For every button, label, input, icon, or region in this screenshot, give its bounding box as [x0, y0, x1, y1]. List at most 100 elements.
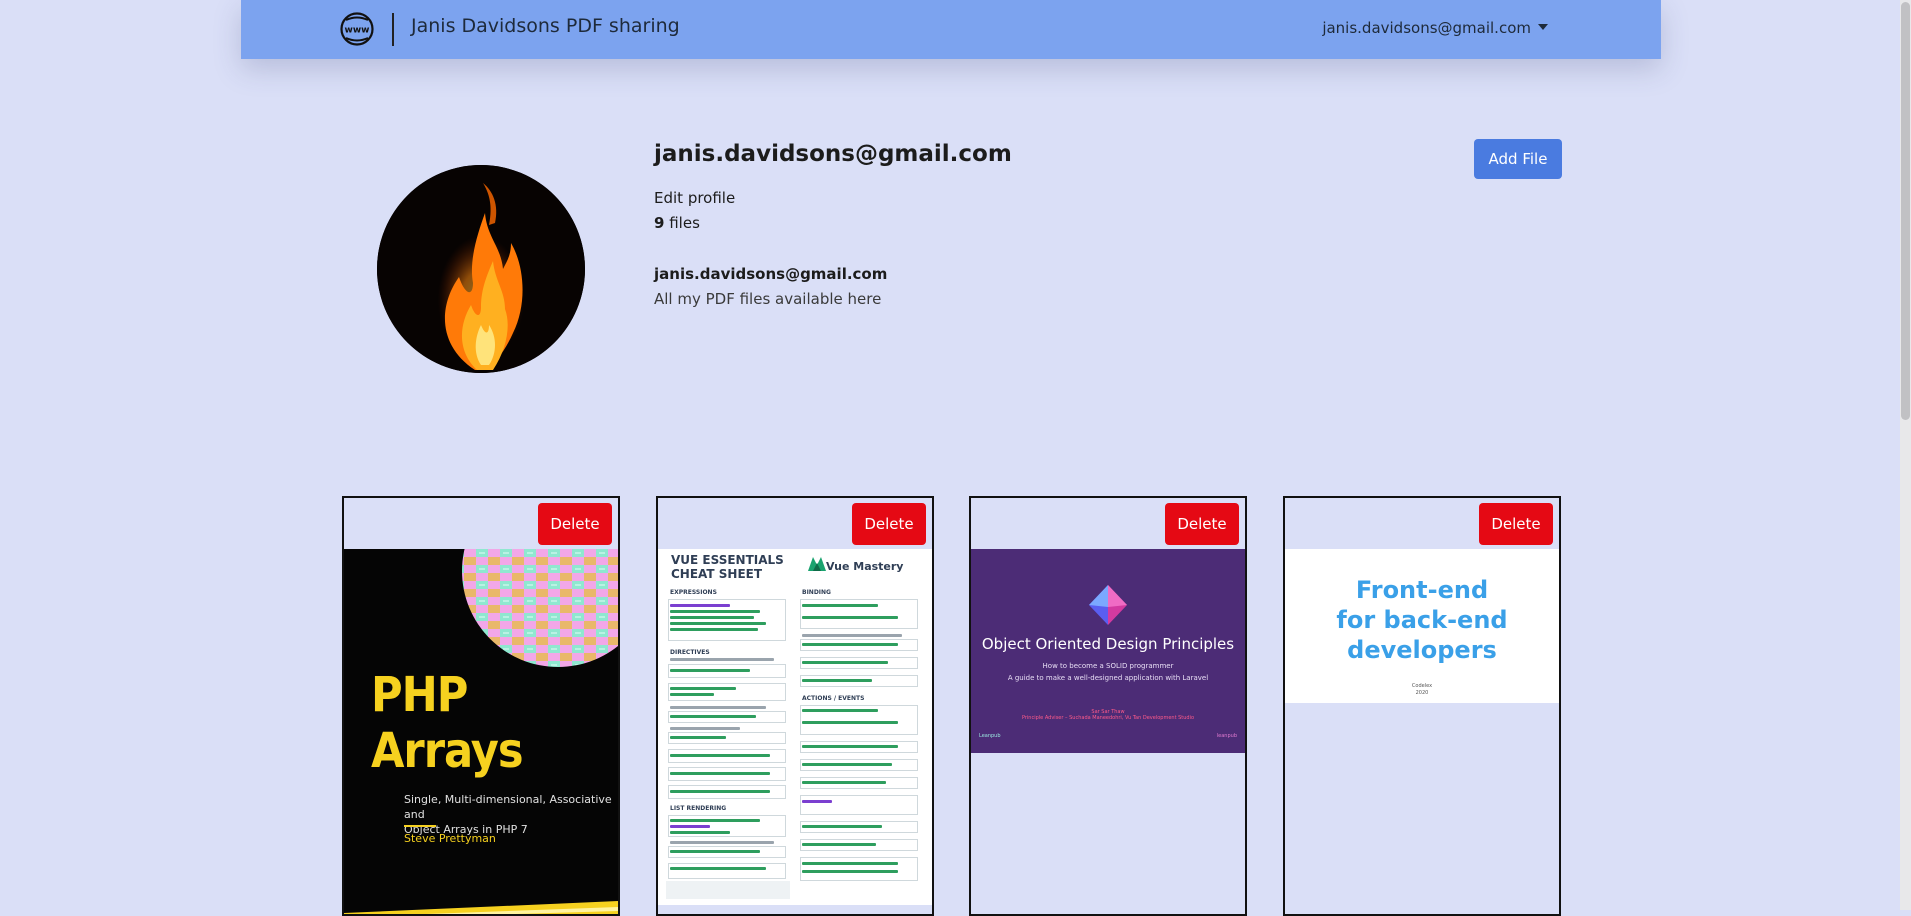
code-line — [670, 736, 726, 739]
files-count-label: files — [669, 214, 700, 232]
user-menu-dropdown[interactable]: janis.davidsons@gmail.com — [1322, 19, 1548, 37]
cover-pattern — [462, 549, 618, 667]
files-count-number: 9 — [654, 214, 665, 232]
code-line — [802, 616, 898, 619]
cover-subtitle: Single, Multi-dimensional, Associative a… — [404, 792, 614, 837]
publisher-label: Leanpub — [979, 733, 1001, 739]
files-count: 9 files — [654, 214, 700, 232]
cover-title-line: Front-end — [1355, 576, 1489, 604]
cheat-section-title: ACTIONS / EVENTS — [802, 695, 865, 702]
delete-button[interactable]: Delete — [1479, 503, 1553, 545]
cover-title: PHP Arrays — [371, 667, 524, 779]
code-line — [802, 843, 876, 846]
cheat-section-title: EXPRESSIONS — [670, 589, 717, 596]
cover-publisher: Codelex — [1411, 683, 1433, 689]
cover-author: Principle Adviser – Suchada Maneedohri, … — [1021, 715, 1195, 721]
cover-title: Front-end for back-end developers — [1285, 575, 1559, 665]
code-line — [802, 763, 892, 766]
cover-title-line: developers — [1347, 636, 1497, 664]
delete-button[interactable]: Delete — [538, 503, 612, 545]
profile-username: janis.davidsons@gmail.com — [654, 141, 1012, 167]
code-line — [670, 825, 710, 828]
text-line — [670, 706, 766, 709]
text-line — [802, 634, 902, 637]
code-line — [670, 831, 730, 834]
code-box — [800, 795, 918, 815]
code-line — [802, 709, 878, 712]
code-line — [670, 790, 770, 793]
code-line — [802, 721, 898, 724]
cover-subtitle: How to become a SOLID programmer — [1042, 662, 1174, 670]
cover-stripes — [344, 901, 618, 914]
scrollbar-thumb[interactable] — [1901, 2, 1910, 420]
cheat-column-right: BINDING ACTIONS / EVENTS — [798, 587, 920, 883]
code-line — [670, 622, 766, 625]
vue-mastery-logo-icon — [808, 557, 826, 571]
cheat-column-left: EXPRESSIONS DIRECTIVES LIST RENDERING — [666, 587, 788, 883]
code-line — [670, 867, 766, 870]
cover-title-line: PHP — [371, 667, 468, 723]
code-line — [670, 610, 760, 613]
file-card[interactable]: Delete Front-end for back-end developers… — [1283, 496, 1561, 916]
code-line — [670, 715, 756, 718]
code-line — [802, 862, 898, 865]
code-line — [670, 819, 760, 822]
code-line — [670, 604, 730, 607]
edit-profile-link[interactable]: Edit profile — [654, 189, 735, 207]
cheat-section-title: LIST RENDERING — [670, 805, 727, 812]
add-file-button[interactable]: Add File — [1474, 139, 1562, 179]
file-card[interactable]: Delete VUE ESSENTIALS CHEAT SHEET Vue Ma… — [656, 496, 934, 916]
code-line — [670, 687, 736, 690]
vertical-scrollbar[interactable] — [1900, 0, 1911, 910]
code-line — [802, 781, 886, 784]
text-line — [670, 841, 774, 844]
code-box — [668, 683, 786, 701]
pdf-cover-thumbnail[interactable]: Object Oriented Design Principles How to… — [971, 549, 1245, 753]
code-line — [802, 800, 832, 803]
cover-brand: Vue Mastery — [826, 560, 904, 573]
brand-title[interactable]: Janis Davidsons PDF sharing — [411, 15, 680, 37]
code-line — [802, 870, 898, 873]
file-card[interactable]: Delete PHP Arrays Single, Multi-dimensio… — [342, 496, 620, 916]
code-line — [802, 679, 872, 682]
publisher-label: leanpub — [1216, 733, 1237, 739]
code-line — [670, 850, 760, 853]
cube-logo-icon — [1089, 585, 1127, 625]
avatar — [377, 165, 585, 373]
code-line — [802, 643, 898, 646]
text-line — [670, 727, 740, 730]
cover-title-line: for back-end — [1336, 606, 1508, 634]
bio-description: All my PDF files available here — [654, 290, 882, 308]
cheat-footer — [666, 881, 790, 899]
code-line — [802, 745, 898, 748]
cover-subtitle: A guide to make a well-designed applicat… — [1007, 674, 1209, 682]
code-line — [802, 661, 888, 664]
brand-divider — [392, 13, 394, 46]
www-globe-icon[interactable]: www — [340, 12, 374, 46]
cover-subtitle-line: Single, Multi-dimensional, Associative a… — [404, 793, 612, 821]
cover-title: Object Oriented Design Principles — [981, 635, 1235, 653]
file-card[interactable]: Delete Object Oriented Design Principles… — [969, 496, 1247, 916]
cover-title-line: CHEAT SHEET — [671, 567, 763, 581]
pdf-cover-thumbnail[interactable]: Front-end for back-end developers Codele… — [1285, 549, 1559, 703]
delete-button[interactable]: Delete — [852, 503, 926, 545]
bio-email: janis.davidsons@gmail.com — [654, 265, 888, 283]
text-line — [670, 658, 774, 661]
code-line — [670, 669, 750, 672]
cover-year: 2020 — [1415, 690, 1429, 696]
cover-title: VUE ESSENTIALS CHEAT SHEET — [671, 553, 784, 581]
cover-title-line: Arrays — [371, 723, 524, 779]
pdf-cover-thumbnail[interactable]: VUE ESSENTIALS CHEAT SHEET Vue Mastery E… — [658, 549, 932, 905]
caret-down-icon — [1538, 24, 1548, 30]
top-navbar: www Janis Davidsons PDF sharing janis.da… — [241, 0, 1661, 59]
svg-text:www: www — [345, 26, 370, 36]
code-line — [670, 772, 770, 775]
cover-author: Steve Prettyman — [404, 832, 496, 845]
code-line — [670, 616, 754, 619]
code-line — [670, 628, 758, 631]
user-menu-label: janis.davidsons@gmail.com — [1322, 19, 1531, 37]
pdf-cover-thumbnail[interactable]: PHP Arrays Single, Multi-dimensional, As… — [344, 549, 618, 914]
delete-button[interactable]: Delete — [1165, 503, 1239, 545]
cover-title-line: VUE ESSENTIALS — [671, 553, 784, 567]
cover-rule — [404, 825, 436, 827]
